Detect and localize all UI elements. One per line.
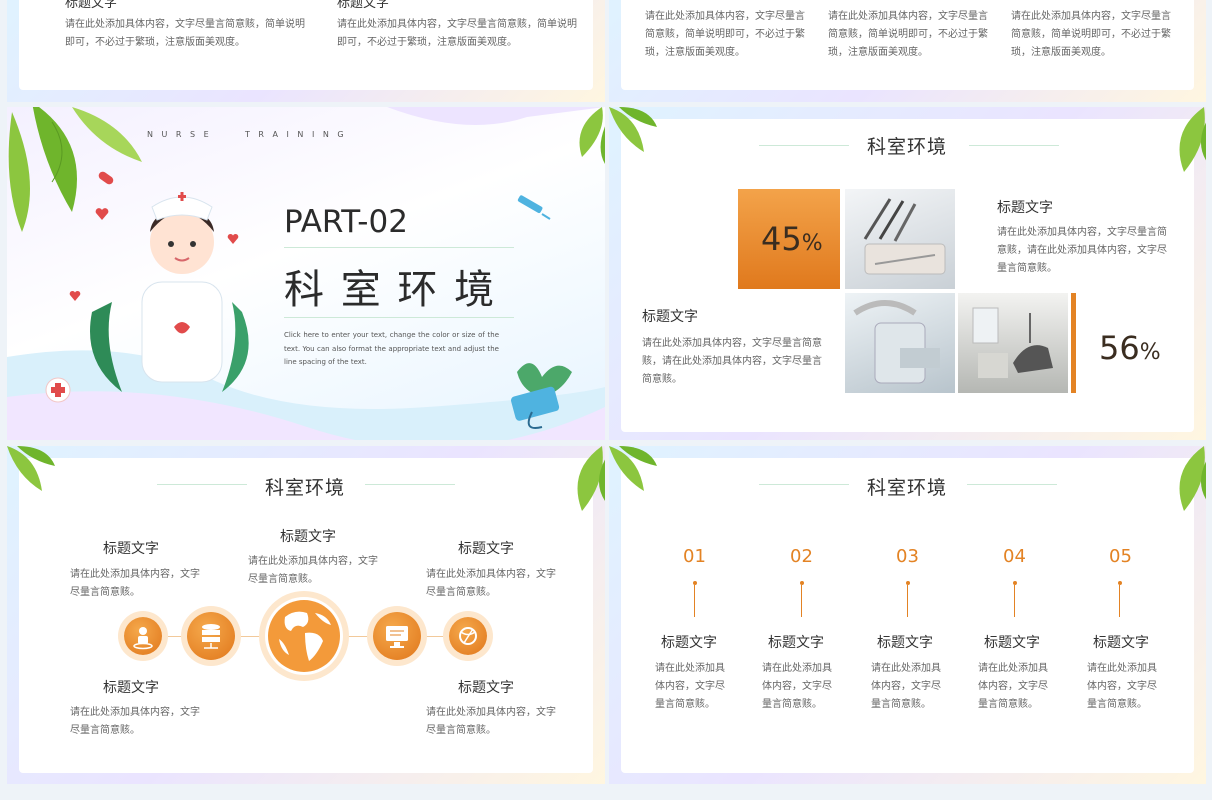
title-line-right [969,145,1059,146]
step-number: 01 [683,546,706,567]
step: 01 标题文字 请在此处添加具体内容，文字尽量言简意赅。 [655,546,755,726]
item-heading: 标题文字 [280,529,336,545]
step: 02 标题文字 请在此处添加具体内容，文字尽量言简意赅。 [762,546,862,726]
step-line [907,585,908,617]
first-aid-icon [45,377,71,403]
heart-icon [95,208,109,220]
monitor-icon[interactable] [373,612,421,660]
step-text: 请在此处添加具体内容，文字尽量言简意赅。 [1087,663,1157,710]
step-line [694,585,695,617]
leaf-decoration-topright-icon [579,107,605,164]
leaf-decoration-topleft-icon [609,446,657,491]
title-line-right [365,484,455,485]
slide-title: 科室环境 [867,136,948,158]
step-text: 请在此处添加具体内容，文字尽量言简意赅。 [762,663,832,710]
step-text: 请在此处添加具体内容，文字尽量言简意赅。 [871,663,941,710]
step-line [1119,585,1120,617]
step-heading: 标题文字 [1093,635,1149,651]
slide-icons[interactable]: 科室环境 标题文字 请在此处添加具体内容，文字尽量言简意赅。 标题文字 请在此处… [7,446,605,784]
slide-top-right[interactable]: 请在此处添加具体内容，文字尽量言简意赅，简单说明即可，不必过于繁琐，注意版面美观… [609,0,1206,102]
step-text: 请在此处添加具体内容，文字尽量言简意赅。 [978,663,1048,710]
item-heading: 标题文字 [103,680,159,696]
slide-section-cover[interactable]: N U R S E T R A I N I N G PART-02 科 室 环 … [7,107,605,440]
step: 03 标题文字 请在此处添加具体内容，文字尽量言简意赅。 [869,546,969,726]
text-left: 请在此处添加具体内容，文字尽量言简意赅，简单说明即可，不必过于繁琐，注意版面美观… [65,19,305,48]
slide-title: 科室环境 [867,477,948,499]
text-right: 请在此处添加具体内容，文字尽量言简意赅，简单说明即可，不必过于繁琐，注意版面美观… [337,19,577,48]
item-heading: 标题文字 [458,680,514,696]
step-text: 请在此处添加具体内容，文字尽量言简意赅。 [655,663,725,710]
step-heading: 标题文字 [768,635,824,651]
step-heading: 标题文字 [877,635,933,651]
divider [284,247,514,248]
title-line-left [759,484,849,485]
dental-chair-photo-1 [845,293,955,393]
item-heading-left: 标题文字 [642,309,698,325]
text-col-3: 请在此处添加具体内容，文字尽量言简意赅，简单说明即可，不必过于繁琐，注意版面美观… [1011,11,1171,58]
item-text: 请在此处添加具体内容，文字尽量言简意赅。 [426,707,556,736]
dental-tools-photo [845,189,955,289]
nurse-training-tag: N U R S E T R A I N I N G [147,130,347,139]
step-line [1014,585,1015,617]
divider [284,317,514,318]
syringe-icon [517,195,551,220]
percent-value-b: 56% [1099,329,1161,367]
heart-icon [227,233,239,244]
globe-icon[interactable] [265,597,343,675]
nurse-illustration-icon [90,192,249,392]
leaf-decoration-topleft-icon [7,446,55,491]
item-text: 请在此处添加具体内容，文字尽量言简意赅。 [70,707,200,736]
pill-icon [98,171,114,185]
leaf-decoration-topright-icon [577,446,605,511]
slide-steps[interactable]: 科室环境 01 标题文字 请在此处添加具体内容，文字尽量言简意赅。 02 标题文… [609,446,1206,784]
section-title: 科 室 环 境 [284,267,497,313]
slide-title: 科室环境 [265,477,346,499]
heart-icon [69,290,81,301]
database-icon[interactable] [187,612,235,660]
step-number: 04 [1003,546,1026,567]
stethoscope-icon [510,363,572,429]
percent-value-a: 45% [761,220,823,258]
leaf-decoration-topright-icon [1179,446,1206,511]
step: 04 标题文字 请在此处添加具体内容，文字尽量言简意赅。 [976,546,1076,726]
text-col-2: 请在此处添加具体内容，文字尽量言简意赅，简单说明即可，不必过于繁琐，注意版面美观… [828,11,988,58]
heading-left: 标题文字 [65,0,118,11]
text-col-1: 请在此处添加具体内容，文字尽量言简意赅，简单说明即可，不必过于繁琐，注意版面美观… [645,11,805,58]
part-number: PART-02 [284,204,408,240]
title-line-left [157,484,247,485]
percent-bar-orange [1071,293,1076,393]
leaf-decoration-topright-icon [1179,107,1206,172]
item-heading: 标题文字 [458,541,514,557]
step-line [801,585,802,617]
item-heading-right: 标题文字 [997,200,1053,216]
section-description: Click here to enter your text, change th… [284,331,499,366]
step-number: 03 [896,546,919,567]
item-text-right: 请在此处添加具体内容，文字尽量言简意赅，请在此处添加具体内容，文字尽量言简意赅。 [997,227,1167,274]
item-text: 请在此处添加具体内容，文字尽量言简意赅。 [70,569,200,598]
step-heading: 标题文字 [661,635,717,651]
title-line-left [759,145,849,146]
step-heading: 标题文字 [984,635,1040,651]
user-icon[interactable] [124,617,162,655]
slide-percent[interactable]: 科室环境 45% 56% 标题文字 请在此处添加具体内容，文字尽量言简意赅，请在… [609,107,1206,440]
dental-chair-photo-2 [958,293,1068,393]
leaf-decoration-topleft-icon [609,107,657,152]
item-text: 请在此处添加具体内容，文字尽量言简意赅。 [248,556,378,585]
item-text: 请在此处添加具体内容，文字尽量言简意赅。 [426,569,556,598]
step-number: 05 [1109,546,1132,567]
item-text-left: 请在此处添加具体内容，文字尽量言简意赅，请在此处添加具体内容，文字尽量言简意赅。 [642,338,822,385]
slide-top-left[interactable]: 标题文字 标题文字 请在此处添加具体内容，文字尽量言简意赅，简单说明即可，不必过… [7,0,605,102]
step-number: 02 [790,546,813,567]
title-line-right [967,484,1057,485]
step: 05 标题文字 请在此处添加具体内容，文字尽量言简意赅。 [1083,546,1183,726]
heading-right: 标题文字 [337,0,390,11]
item-heading: 标题文字 [103,541,159,557]
sports-ball-icon[interactable] [449,617,487,655]
